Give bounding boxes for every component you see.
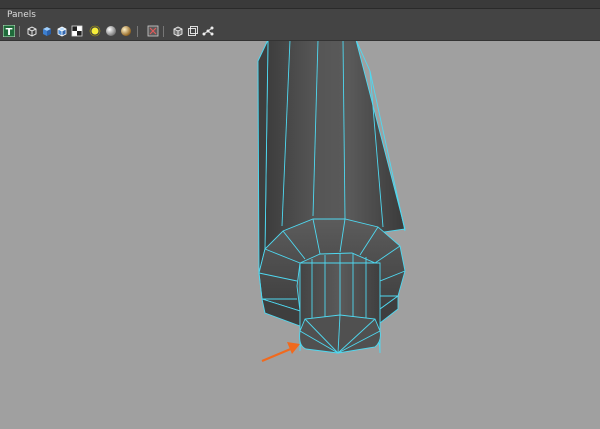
- toolbar-separator: [137, 26, 138, 37]
- all-lights-sphere-icon[interactable]: [104, 24, 117, 37]
- checker-texture-icon[interactable]: [70, 24, 83, 37]
- xray-isolate-icon[interactable]: [146, 24, 159, 37]
- text-tool-icon[interactable]: T: [2, 24, 15, 37]
- isolate-select-cube-icon[interactable]: [171, 24, 184, 37]
- text-tool-label: T: [5, 27, 12, 37]
- panel-toolbar: T: [0, 23, 600, 41]
- joint-xray-icon[interactable]: [201, 24, 214, 37]
- smooth-shade-cube-icon[interactable]: [40, 24, 53, 37]
- window-titlebar: [0, 0, 600, 9]
- viewport-scene: [257, 41, 406, 363]
- panels-menu[interactable]: Panels: [7, 10, 36, 20]
- default-light-icon[interactable]: [88, 24, 101, 37]
- toolbar-separator: [19, 26, 20, 37]
- xray-cube-icon[interactable]: [186, 24, 199, 37]
- toolbar-separator: [163, 26, 164, 37]
- cylinder-mesh[interactable]: [257, 41, 406, 354]
- annotation-arrow: [261, 342, 300, 363]
- panel-menubar: Panels: [0, 9, 600, 23]
- wireframe-on-shaded-cube-icon[interactable]: [55, 24, 68, 37]
- 3d-viewport[interactable]: [0, 41, 600, 429]
- shadows-sphere-icon[interactable]: [119, 24, 132, 37]
- wireframe-cube-icon[interactable]: [25, 24, 38, 37]
